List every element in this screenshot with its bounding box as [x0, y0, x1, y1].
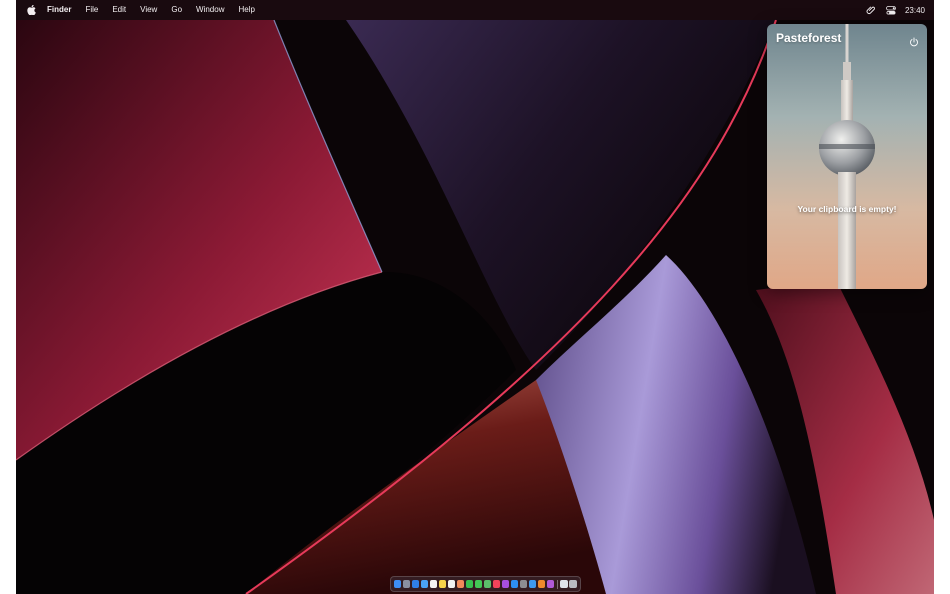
- menu-window[interactable]: Window: [189, 0, 231, 20]
- popover-background-photo: [767, 24, 927, 289]
- menu-clock[interactable]: 23:40: [901, 6, 925, 15]
- menu-help[interactable]: Help: [231, 0, 261, 20]
- dock: [390, 576, 581, 592]
- dock-separator: [556, 579, 558, 589]
- desktop: Finder File Edit View Go Window Help 23:…: [16, 0, 934, 594]
- control-center-icon[interactable]: [881, 0, 901, 20]
- dock-app-store-icon[interactable]: [510, 580, 519, 588]
- dock-maps-icon[interactable]: [483, 580, 492, 588]
- dock-mail-icon[interactable]: [420, 580, 429, 588]
- dock-notes-icon[interactable]: [438, 580, 447, 588]
- dock-system-preferences-icon[interactable]: [519, 580, 528, 588]
- apple-icon[interactable]: [25, 0, 40, 20]
- pasteforest-popover: Pasteforest Your clipboard is empty!: [767, 24, 927, 289]
- menu-view[interactable]: View: [133, 0, 164, 20]
- dock-calendar-icon[interactable]: [429, 580, 438, 588]
- clipboard-empty-message: Your clipboard is empty!: [797, 204, 897, 214]
- menu-file[interactable]: File: [78, 0, 105, 20]
- paperclip-icon[interactable]: [861, 0, 881, 20]
- menu-app-name[interactable]: Finder: [40, 0, 78, 20]
- dock-music-icon[interactable]: [492, 580, 501, 588]
- dock-launchpad-icon[interactable]: [402, 580, 411, 588]
- menu-edit[interactable]: Edit: [105, 0, 133, 20]
- dock-facetime-icon[interactable]: [465, 580, 474, 588]
- menu-go[interactable]: Go: [164, 0, 189, 20]
- menu-bar: Finder File Edit View Go Window Help 23:…: [16, 0, 934, 20]
- dock-downloads-stack-icon[interactable]: [560, 580, 568, 588]
- dock-xcode-icon[interactable]: [528, 580, 537, 588]
- power-icon[interactable]: [909, 34, 919, 47]
- dock-photos-icon[interactable]: [456, 580, 465, 588]
- dock-pasteforest-icon[interactable]: [546, 580, 555, 588]
- popover-title: Pasteforest: [776, 31, 842, 45]
- dock-safari-icon[interactable]: [411, 580, 420, 588]
- dock-messages-icon[interactable]: [474, 580, 483, 588]
- dock-podcasts-icon[interactable]: [501, 580, 510, 588]
- dock-trash-icon[interactable]: [569, 580, 577, 588]
- dock-reminders-icon[interactable]: [447, 580, 456, 588]
- dock-pages-icon[interactable]: [537, 580, 546, 588]
- dock-finder-icon[interactable]: [394, 580, 402, 588]
